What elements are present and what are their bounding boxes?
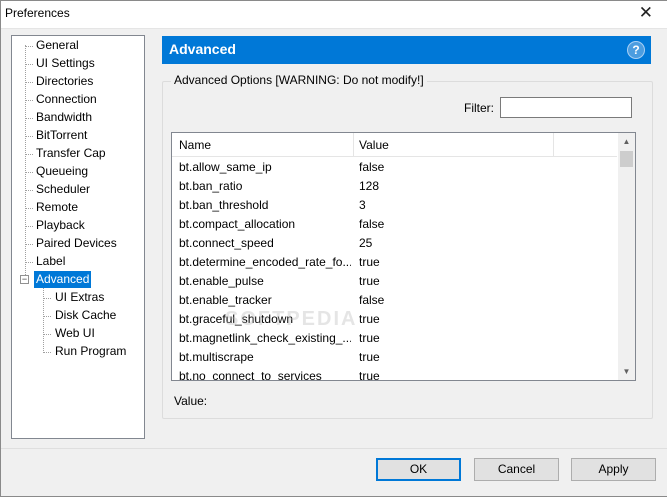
table-row[interactable]: bt.multiscrape true — [172, 348, 617, 367]
table-row[interactable]: bt.determine_encoded_rate_fo... true — [172, 253, 617, 272]
tree-connector — [25, 64, 33, 65]
vertical-scrollbar[interactable]: ▲ ▼ — [618, 133, 635, 380]
option-name: bt.allow_same_ip — [179, 160, 272, 174]
tree-connector — [43, 285, 44, 353]
option-value: 25 — [359, 236, 373, 250]
apply-button[interactable]: Apply — [571, 458, 656, 481]
option-value: false — [359, 160, 385, 174]
tree-connector — [25, 154, 33, 155]
cancel-button[interactable]: Cancel — [474, 458, 559, 481]
tree-connector — [25, 172, 33, 173]
tree-item-disk-cache[interactable]: Disk Cache — [53, 307, 118, 324]
panel-header: Advanced ? — [162, 36, 651, 64]
option-name: bt.multiscrape — [179, 350, 254, 364]
option-value: true — [359, 350, 380, 364]
option-name: bt.compact_allocation — [179, 217, 296, 231]
table-row[interactable]: bt.ban_ratio 128 — [172, 177, 617, 196]
tree-connector — [43, 352, 51, 353]
tree-connector — [25, 82, 33, 83]
tree-connector — [43, 298, 51, 299]
tree-item-advanced[interactable]: Advanced — [34, 271, 92, 288]
tree-item-scheduler[interactable]: Scheduler — [34, 181, 92, 198]
filter-input[interactable] — [500, 97, 632, 118]
option-name: bt.enable_tracker — [179, 293, 272, 307]
ok-button[interactable]: OK — [376, 458, 461, 481]
option-value: true — [359, 331, 380, 345]
tree-connector — [25, 118, 33, 119]
filter-label: Filter: — [464, 101, 494, 115]
tree-item-playback[interactable]: Playback — [34, 217, 87, 234]
help-icon[interactable]: ? — [627, 41, 645, 59]
group-label: Advanced Options [WARNING: Do not modify… — [171, 73, 427, 87]
option-name: bt.magnetlink_check_existing_... — [179, 331, 351, 345]
window-title: Preferences — [5, 6, 70, 20]
column-divider[interactable] — [353, 133, 354, 156]
option-value: true — [359, 274, 380, 288]
close-icon[interactable]: ✕ — [639, 3, 653, 23]
scroll-up-icon[interactable]: ▲ — [618, 133, 635, 150]
table-row[interactable]: bt.graceful_shutdown true — [172, 310, 617, 329]
option-value: true — [359, 255, 380, 269]
option-name: bt.enable_pulse — [179, 274, 264, 288]
tree-item-paired-devices[interactable]: Paired Devices — [34, 235, 119, 252]
option-value: false — [359, 217, 385, 231]
panel-title: Advanced — [169, 41, 236, 57]
options-list[interactable]: Name Value bt.allow_same_ip false bt.ban_r… — [171, 132, 636, 381]
tree-connector — [25, 100, 33, 101]
tree-connector — [43, 316, 51, 317]
tree-connector — [25, 226, 33, 227]
tree-item-ui-settings[interactable]: UI Settings — [34, 55, 97, 72]
tree-item-label[interactable]: Label — [34, 253, 67, 270]
tree-item-directories[interactable]: Directories — [34, 73, 95, 90]
collapse-icon[interactable]: − — [20, 275, 29, 284]
option-name: bt.ban_threshold — [179, 198, 269, 212]
table-row[interactable]: bt.ban_threshold 3 — [172, 196, 617, 215]
column-header-value[interactable]: Value — [359, 138, 389, 152]
option-name: bt.graceful_shutdown — [179, 312, 294, 326]
tree-connector — [25, 190, 33, 191]
tree-connector — [25, 262, 33, 263]
table-row[interactable]: bt.enable_pulse true — [172, 272, 617, 291]
tree-item-ui-extras[interactable]: UI Extras — [53, 289, 106, 306]
option-value: true — [359, 312, 380, 326]
scroll-thumb[interactable] — [620, 151, 633, 167]
tree-item-remote[interactable]: Remote — [34, 199, 80, 216]
table-row[interactable]: bt.magnetlink_check_existing_... true — [172, 329, 617, 348]
option-name: bt.ban_ratio — [179, 179, 243, 193]
tree-item-bandwidth[interactable]: Bandwidth — [34, 109, 94, 126]
table-row[interactable]: bt.allow_same_ip false — [172, 158, 617, 177]
tree-item-general[interactable]: General — [34, 37, 81, 54]
tree-connector — [43, 334, 51, 335]
tree-item-queueing[interactable]: Queueing — [34, 163, 90, 180]
tree-item-transfer-cap[interactable]: Transfer Cap — [34, 145, 108, 162]
tree-item-run-program[interactable]: Run Program — [53, 343, 128, 360]
preferences-tree[interactable]: General UI Settings Directories Connection B… — [11, 35, 145, 439]
option-name: bt.determine_encoded_rate_fo... — [179, 255, 351, 269]
scroll-down-icon[interactable]: ▼ — [618, 363, 635, 380]
tree-connector — [25, 208, 33, 209]
option-name: bt.no_connect_to_services — [179, 369, 322, 381]
table-row[interactable]: bt.compact_allocation false — [172, 215, 617, 234]
tree-connector — [25, 244, 33, 245]
list-header: Name Value — [172, 133, 617, 157]
table-row[interactable]: bt.enable_tracker false — [172, 291, 617, 310]
option-value: true — [359, 369, 380, 381]
tree-item-connection[interactable]: Connection — [34, 91, 99, 108]
table-row[interactable]: bt.connect_speed 25 — [172, 234, 617, 253]
option-value: false — [359, 293, 385, 307]
footer-bar — [0, 448, 667, 497]
tree-connector — [25, 136, 33, 137]
tree-item-web-ui[interactable]: Web UI — [53, 325, 97, 342]
table-row[interactable]: bt.no_connect_to_services true — [172, 367, 617, 381]
value-label: Value: — [174, 394, 208, 408]
tree-item-bittorrent[interactable]: BitTorrent — [34, 127, 89, 144]
option-value: 128 — [359, 179, 380, 193]
option-name: bt.connect_speed — [179, 236, 274, 250]
title-bar: Preferences ✕ — [0, 0, 667, 29]
column-divider[interactable] — [553, 133, 554, 156]
tree-connector — [25, 46, 33, 47]
column-header-name[interactable]: Name — [179, 138, 211, 152]
option-value: 3 — [359, 198, 366, 212]
